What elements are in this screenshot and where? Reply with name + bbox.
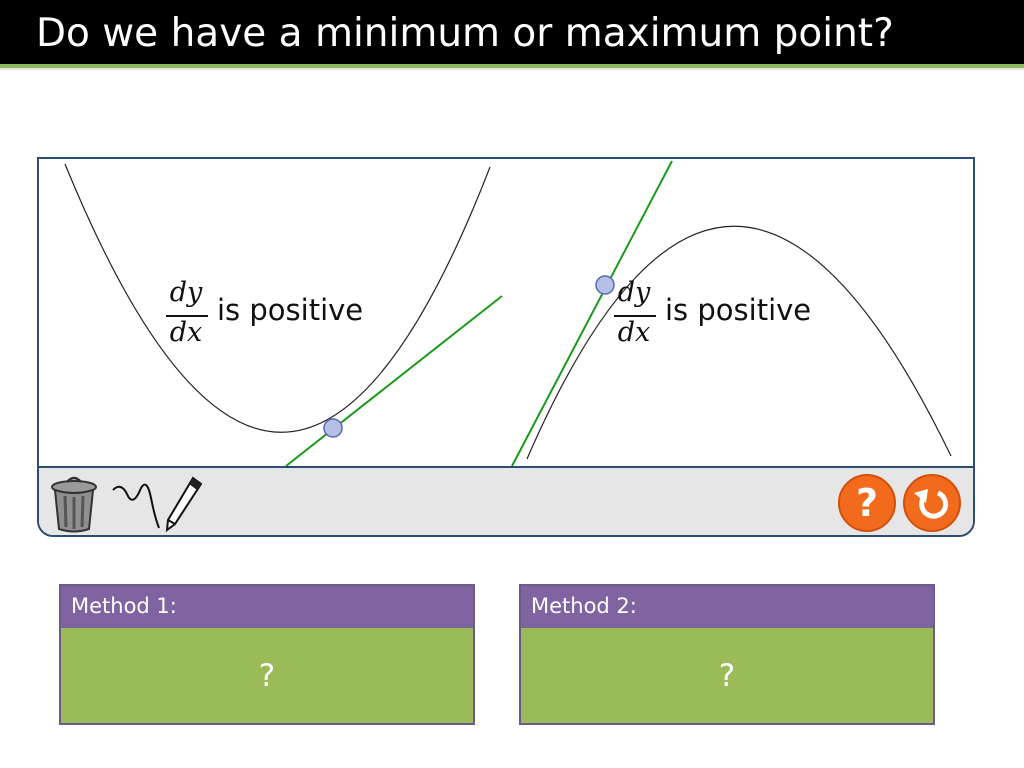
help-icon: ? [856,481,878,525]
title-shadow [0,68,1024,71]
reset-arrow-icon [903,474,961,532]
left-point[interactable] [323,418,343,438]
right-curve [526,225,952,460]
method-1-card: Method 1: ? [59,584,475,725]
trash-icon[interactable] [49,474,99,534]
pencil-icon[interactable] [163,474,203,534]
graph-widget: dy dx is positive dy dx is positive ? [37,157,975,537]
left-label: is positive [217,293,364,327]
right-tangent [511,160,673,466]
freehand-curve-icon[interactable] [111,478,161,532]
left-dx: dx [169,317,203,348]
page-title: Do we have a minimum or maximum point? [36,11,894,56]
right-dy: dy [617,277,651,308]
method-1-title: Method 1: [71,594,177,618]
method-2-card: Method 2: ? [519,584,935,725]
left-dy: dy [169,277,203,308]
graph-canvas[interactable]: dy dx is positive dy dx is positive [39,159,973,466]
method-1-answer: ? [258,658,276,694]
method-2-answer: ? [718,658,736,694]
right-label: is positive [665,293,812,327]
graphs-svg [64,160,952,466]
method-2-answer-box[interactable]: ? [521,628,933,723]
method-2-title: Method 2: [531,594,637,618]
method-1-answer-box[interactable]: ? [61,628,473,723]
method-2-header: Method 2: [521,586,933,628]
method-1-header: Method 1: [61,586,473,628]
reset-button[interactable] [902,473,962,533]
widget-toolbar: ? [39,466,973,535]
help-button[interactable]: ? [837,473,897,533]
right-dx: dx [617,317,651,348]
